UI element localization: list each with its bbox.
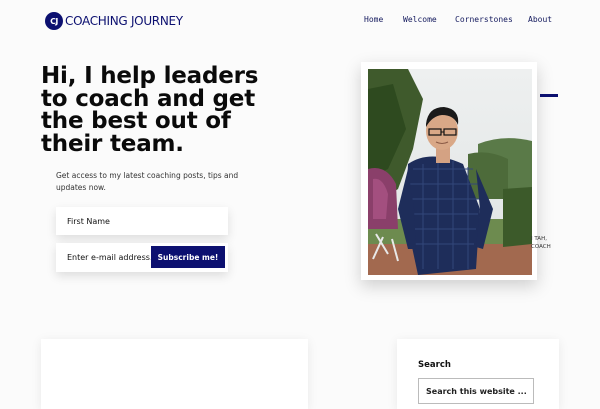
nav-item-home[interactable]: Home xyxy=(364,15,383,24)
side-text-line-2: COACH xyxy=(531,244,551,250)
site-logo[interactable]: CJ COACHING JOURNEY xyxy=(45,12,183,30)
side-text-line-1: I TAH, xyxy=(531,236,547,242)
email-placeholder: Enter e-mail address... xyxy=(67,253,158,262)
nav-item-welcome[interactable]: Welcome xyxy=(403,15,437,24)
search-widget-title: Search xyxy=(418,360,451,370)
nav-item-about[interactable]: About xyxy=(528,15,552,24)
accent-bar xyxy=(540,94,558,97)
subscribe-button[interactable]: Subscribe me! xyxy=(151,246,225,268)
profile-photo-card xyxy=(361,62,537,280)
search-widget: Search Search this website ... xyxy=(397,339,559,409)
hero-subtitle: Get access to my latest coaching posts, … xyxy=(56,171,239,192)
logo-mark: CJ xyxy=(45,12,63,30)
post-card xyxy=(41,339,308,409)
nav-item-cornerstones[interactable]: Cornerstones xyxy=(455,15,513,24)
first-name-field[interactable]: First Name xyxy=(56,207,228,235)
profile-photo xyxy=(368,69,532,275)
logo-text: COACHING JOURNEY xyxy=(65,14,183,28)
search-input[interactable]: Search this website ... xyxy=(418,378,534,404)
hero-title: Hi, I help leaders to coach and get the … xyxy=(41,63,259,157)
